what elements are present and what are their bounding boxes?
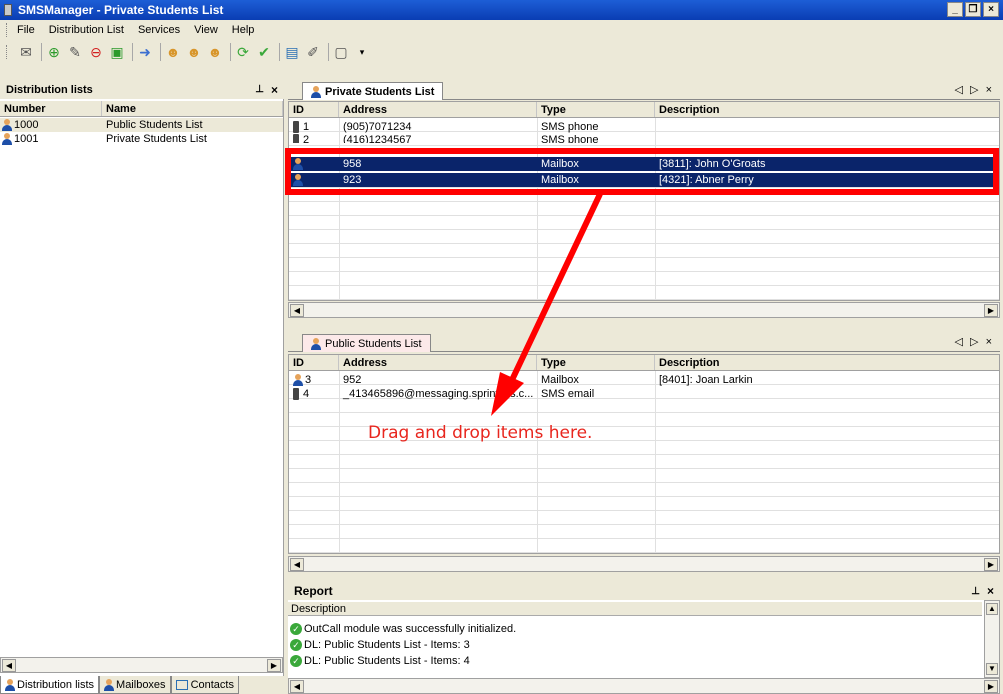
scroll-down-icon[interactable]: ▼ xyxy=(986,663,998,675)
report-column-description[interactable]: Description xyxy=(288,602,982,616)
pin-icon[interactable]: ⊥ xyxy=(971,586,980,597)
drop-hint-text: Drag and drop items here. xyxy=(368,423,593,443)
report-vertical-scrollbar[interactable]: ▲ ▼ xyxy=(984,600,1000,678)
report-header: Report ⊥ × xyxy=(288,582,1000,600)
scroll-right-icon[interactable]: ▶ xyxy=(984,680,998,693)
scroll-up-icon[interactable]: ▲ xyxy=(986,603,998,615)
report-horizontal-scrollbar[interactable]: ◀ ▶ xyxy=(288,678,1000,694)
list-item[interactable]: ✓ DL: Public Students List - Items: 4 xyxy=(288,654,978,668)
report-panel: Report ⊥ × Description ✓ OutCall module w… xyxy=(288,582,1000,694)
report-title: Report xyxy=(294,584,333,598)
list-item[interactable]: ✓ OutCall module was successfully initial… xyxy=(288,622,978,636)
scroll-left-icon[interactable]: ◀ xyxy=(290,680,304,693)
close-icon[interactable]: × xyxy=(987,584,994,598)
drag-arrow-head xyxy=(491,372,524,416)
check-icon: ✓ xyxy=(290,655,302,668)
check-icon: ✓ xyxy=(290,623,302,636)
list-item[interactable]: ✓ DL: Public Students List - Items: 3 xyxy=(288,638,978,652)
drag-arrow-line xyxy=(509,192,603,382)
check-icon: ✓ xyxy=(290,639,302,652)
